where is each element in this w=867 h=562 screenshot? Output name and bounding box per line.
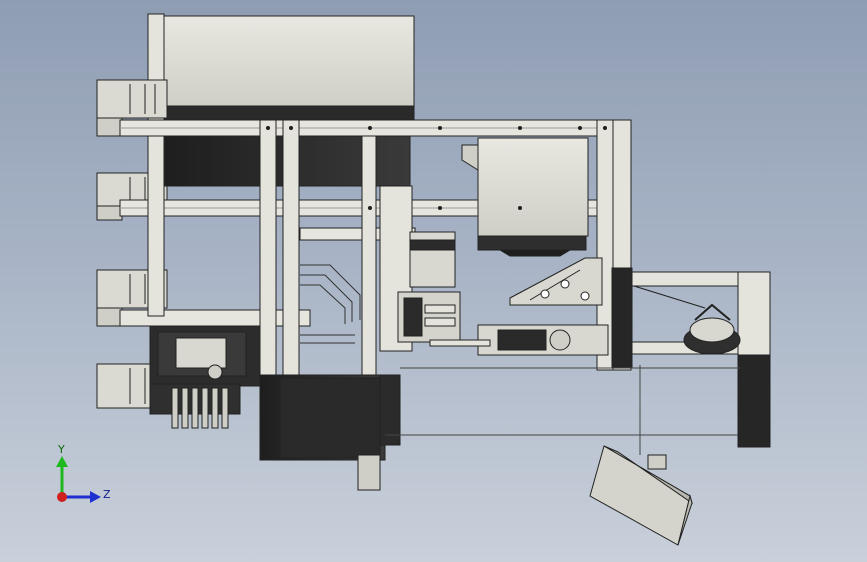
cad-viewport[interactable]: Y Z (0, 0, 867, 562)
x-axis-origin (57, 492, 67, 502)
slanted-bracket (509, 257, 603, 306)
y-axis-label: Y (57, 443, 65, 456)
machine-assembly (96, 13, 771, 546)
tilted-box (589, 445, 693, 546)
right-upper-enclosure (461, 137, 589, 257)
axis-triad: Y Z (56, 443, 111, 503)
y-axis-head (56, 456, 68, 467)
z-axis-head (90, 491, 101, 503)
cable-guides (300, 264, 361, 344)
z-axis-label: Z (103, 488, 111, 501)
shafts (385, 365, 740, 455)
right-frame (611, 267, 771, 448)
